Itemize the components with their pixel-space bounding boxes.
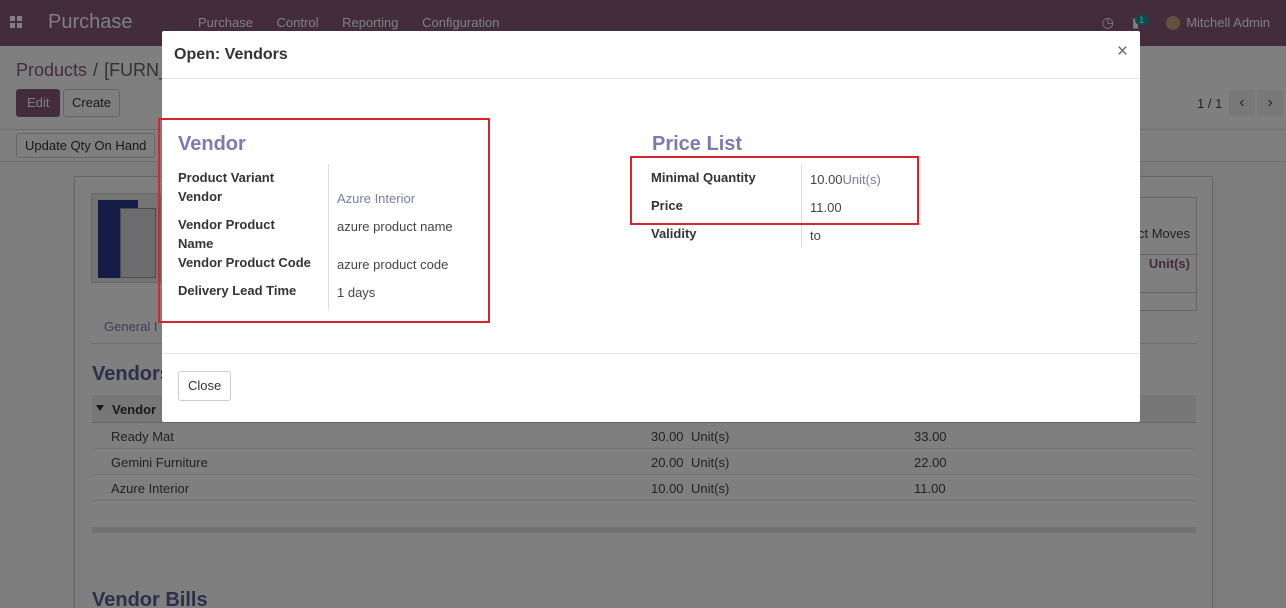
- dialog-header: Open: Vendors ×: [162, 31, 1140, 79]
- validity-value: to: [810, 228, 821, 243]
- close-button[interactable]: Close: [178, 371, 232, 401]
- vendor-dialog: Open: Vendors × Vendor Product Variant V…: [158, 31, 1140, 422]
- vendor-highlight-box: [158, 118, 490, 323]
- price-list-group-title: Price List: [652, 133, 743, 155]
- dialog-title: Open: Vendors: [174, 46, 288, 63]
- close-icon[interactable]: ×: [1117, 42, 1128, 61]
- price-list-highlight-box: [630, 156, 919, 225]
- dialog-footer: Close: [162, 353, 1140, 422]
- validity-label: Validity: [651, 226, 697, 241]
